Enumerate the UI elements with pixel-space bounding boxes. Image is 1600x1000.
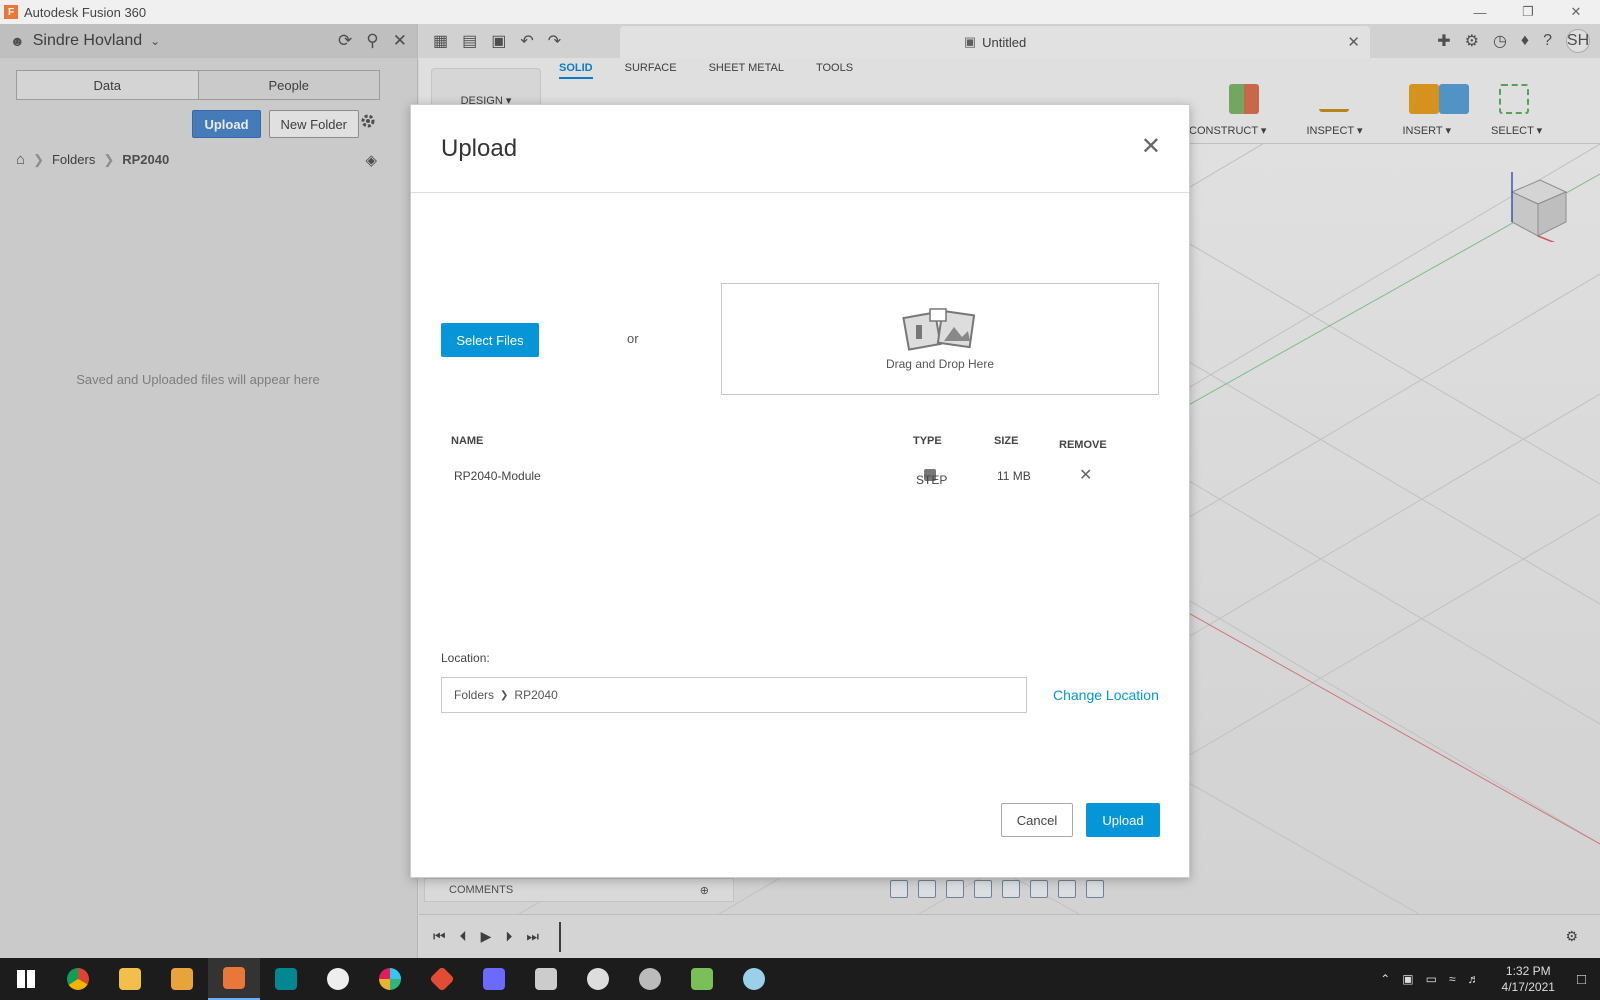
col-type: TYPE (913, 435, 942, 447)
or-label: or (627, 331, 639, 346)
close-window-button[interactable]: ✕ (1552, 0, 1600, 24)
dialog-title: Upload (441, 134, 518, 162)
chrome-icon[interactable] (52, 958, 104, 1000)
window-titlebar: F Autodesk Fusion 360 — ❐ ✕ (0, 0, 1600, 24)
app-icon[interactable] (520, 958, 572, 1000)
location-root: Folders (454, 688, 495, 702)
tray-icon[interactable]: ▣ (1402, 972, 1413, 986)
tray-chevron-icon[interactable]: ⌃ (1380, 972, 1390, 986)
git-icon[interactable] (416, 958, 468, 1000)
file-size: 11 MB (997, 469, 1031, 483)
app-icon[interactable] (624, 958, 676, 1000)
location-separator-icon: ❯ (500, 689, 509, 701)
drop-zone[interactable]: Drag and Drop Here (721, 283, 1159, 395)
change-location-link[interactable]: Change Location (1053, 687, 1159, 703)
files-drop-icon (902, 308, 976, 351)
start-button[interactable] (0, 958, 52, 1000)
file-name: RP2040-Module (454, 469, 541, 483)
clock[interactable]: 1:32 PM 4/17/2021 (1502, 963, 1555, 995)
arduino-icon[interactable] (260, 958, 312, 1000)
cancel-button[interactable]: Cancel (1001, 803, 1073, 837)
upload-button[interactable]: Upload (1086, 803, 1160, 837)
table-row: RP2040-Module STEP 11 MB ✕ (451, 465, 1151, 487)
window-title: Autodesk Fusion 360 (24, 4, 147, 20)
app-icon[interactable] (312, 958, 364, 1000)
fusion-taskbar-icon[interactable] (208, 958, 260, 1000)
file-type: STEP (916, 473, 948, 487)
location-label: Location: (441, 651, 490, 665)
window-controls: — ❐ ✕ (1456, 0, 1600, 24)
clock-date: 4/17/2021 (1501, 980, 1555, 994)
app-icon[interactable] (728, 958, 780, 1000)
drop-label: Drag and Drop Here (885, 357, 995, 371)
clock-time: 1:32 PM (1505, 964, 1551, 978)
app-icon[interactable] (156, 958, 208, 1000)
battery-icon[interactable]: ▭ (1426, 972, 1437, 986)
close-dialog-icon[interactable]: ✕ (1141, 135, 1161, 159)
select-files-button[interactable]: Select Files (441, 323, 539, 357)
remove-file-icon[interactable]: ✕ (1079, 465, 1092, 485)
location-field: Folders ❯ RP2040 (441, 677, 1027, 713)
col-remove: REMOVE (1059, 439, 1107, 451)
fusion-logo-icon: F (4, 5, 18, 19)
minimize-button[interactable]: — (1456, 0, 1504, 24)
volume-icon[interactable]: ♬ (1468, 972, 1480, 986)
wifi-icon[interactable]: ≈ (1449, 972, 1456, 986)
upload-dialog: Upload ✕ Select Files or Drag and Drop H… (410, 104, 1190, 878)
notification-center-icon[interactable]: □ (1577, 971, 1586, 988)
taskbar: ⌃ ▣ ▭ ≈ ♬ 1:32 PM 4/17/2021 □ (0, 958, 1600, 1000)
col-size: SIZE (994, 435, 1019, 447)
screen-recorder-icon[interactable] (468, 958, 520, 1000)
settings-icon[interactable] (572, 958, 624, 1000)
system-tray: ⌃ ▣ ▭ ≈ ♬ 1:32 PM 4/17/2021 □ (1380, 958, 1600, 1000)
restore-button[interactable]: ❐ (1504, 0, 1552, 24)
col-name: NAME (451, 435, 484, 447)
app-icon[interactable] (676, 958, 728, 1000)
location-folder: RP2040 (514, 688, 558, 702)
file-explorer-icon[interactable] (104, 958, 156, 1000)
slack-icon[interactable] (364, 958, 416, 1000)
dialog-header: Upload (411, 105, 1189, 193)
